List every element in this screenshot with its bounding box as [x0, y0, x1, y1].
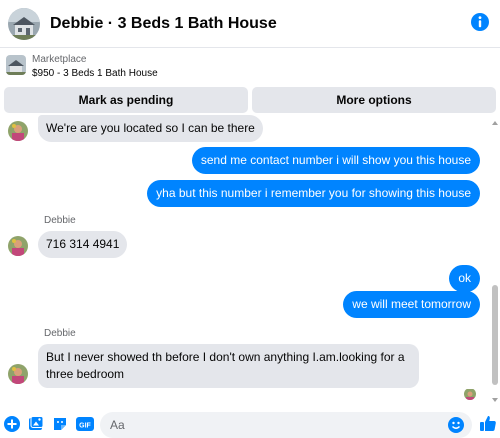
- listing-thumbnail: [6, 55, 26, 75]
- mark-as-pending-button[interactable]: Mark as pending: [4, 87, 248, 113]
- marketplace-label: Marketplace: [32, 54, 87, 65]
- outgoing-message[interactable]: ok: [449, 265, 480, 292]
- plus-icon[interactable]: [4, 416, 20, 432]
- sender-avatar[interactable]: [8, 121, 28, 141]
- message-list[interactable]: We're are you located so I can be there …: [0, 115, 488, 407]
- message-input-wrapper[interactable]: [100, 412, 472, 438]
- scroll-down-arrow-icon[interactable]: [492, 398, 498, 402]
- incoming-message[interactable]: But I never showed th before I don't own…: [38, 344, 419, 388]
- message-input[interactable]: [110, 416, 430, 434]
- outgoing-message[interactable]: we will meet tomorrow: [343, 291, 480, 318]
- conversation-header: Debbie · 3 Beds 1 Bath House: [0, 0, 500, 48]
- gif-label: GIF: [79, 423, 91, 430]
- seen-avatar: [464, 388, 476, 400]
- outgoing-message[interactable]: yha but this number i remember you for s…: [147, 180, 480, 207]
- sender-avatar[interactable]: [8, 236, 28, 256]
- photo-icon[interactable]: [28, 416, 44, 432]
- incoming-message[interactable]: We're are you located so I can be there: [38, 115, 263, 142]
- emoji-icon[interactable]: [448, 417, 464, 433]
- like-icon[interactable]: [479, 414, 497, 432]
- listing-avatar[interactable]: [8, 7, 40, 40]
- gif-icon[interactable]: GIF: [76, 416, 94, 432]
- scrollbar-thumb[interactable]: [492, 285, 498, 385]
- sender-avatar[interactable]: [8, 364, 28, 384]
- marketplace-listing[interactable]: Marketplace $950 - 3 Beds 1 Bath House: [0, 48, 500, 86]
- incoming-message[interactable]: 716 314 4941: [38, 231, 128, 258]
- conversation-title[interactable]: Debbie · 3 Beds 1 Bath House: [50, 15, 277, 33]
- listing-price-title: $950 - 3 Beds 1 Bath House: [32, 68, 158, 79]
- info-icon[interactable]: [470, 12, 490, 32]
- sender-name: Debbie: [44, 328, 76, 339]
- scroll-up-arrow-icon[interactable]: [492, 121, 498, 125]
- listing-actions: Mark as pending More options: [4, 87, 496, 113]
- outgoing-message[interactable]: send me contact number i will show you t…: [191, 147, 480, 174]
- sticker-icon[interactable]: [52, 416, 68, 432]
- sender-name: Debbie: [44, 215, 76, 226]
- more-options-button[interactable]: More options: [252, 87, 496, 113]
